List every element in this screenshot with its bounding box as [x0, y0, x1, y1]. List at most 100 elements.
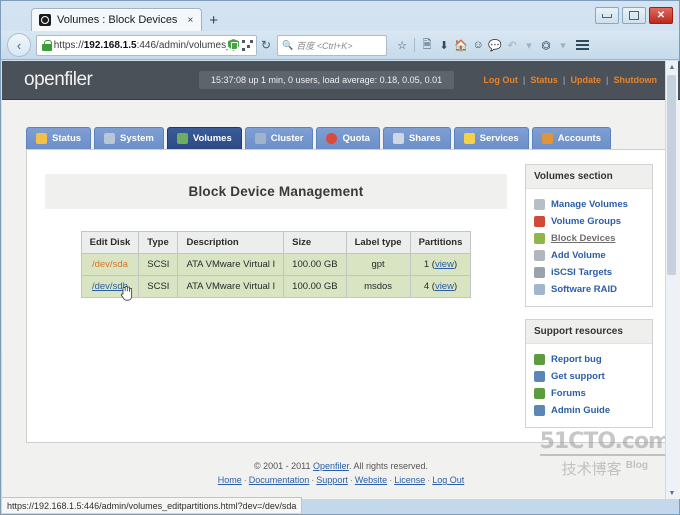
maximize-button[interactable]: [622, 7, 646, 24]
reader-view-icon[interactable]: 🗎: [419, 35, 435, 55]
close-tab-icon[interactable]: ×: [187, 15, 193, 26]
sidebar-item-label: Block Devices: [551, 233, 616, 244]
sidebar-item-block-devices[interactable]: Block Devices: [526, 230, 652, 247]
sidebar-item-manage-volumes[interactable]: Manage Volumes: [526, 196, 652, 213]
servers-icon: [254, 133, 266, 144]
header-link-update[interactable]: Update: [565, 75, 606, 85]
tab-quota[interactable]: Quota: [316, 127, 380, 149]
chat-bubble-icon[interactable]: 💬: [487, 35, 503, 55]
page-footer: © 2001 - 2011 Openfiler. All rights rese…: [2, 461, 680, 489]
support-resources-list: Report bug Get support Forums Admin Guid…: [526, 344, 652, 427]
tab-accounts[interactable]: Accounts: [531, 127, 612, 149]
history-dropdown-icon[interactable]: ▾: [521, 35, 537, 55]
sidebar-item-report-bug[interactable]: Report bug: [526, 351, 652, 368]
menu-icon[interactable]: [576, 40, 590, 50]
sidebar-item-admin-guide[interactable]: Admin Guide: [526, 402, 652, 419]
reload-icon[interactable]: ↻: [261, 38, 271, 52]
new-tab-button[interactable]: +: [209, 12, 218, 31]
header-link-shutdown[interactable]: Shutdown: [609, 75, 663, 85]
view-partitions-link[interactable]: view: [435, 281, 454, 292]
disk-icon: [534, 199, 545, 210]
disk-link-sdb[interactable]: /dev/sdb: [92, 281, 128, 292]
table-header-row: Edit Disk Type Description Size Label ty…: [80, 231, 472, 254]
tab-label: Services: [479, 133, 519, 144]
cell-size: 100.00 GB: [283, 253, 347, 276]
footer-links: Home · Documentation · Support · Website · Licen…: [217, 475, 465, 485]
footer-link-logout[interactable]: Log Out: [432, 475, 464, 485]
sidebar-item-label: Manage Volumes: [551, 199, 628, 210]
cell-type: SCSI: [138, 253, 179, 276]
toolbar-divider: [414, 38, 416, 52]
history-back-icon[interactable]: ↶: [504, 35, 520, 55]
home-icon[interactable]: 🏠: [453, 35, 469, 55]
vertical-scrollbar[interactable]: ▲ ▼: [665, 61, 678, 499]
page-title: Block Device Management: [45, 174, 507, 209]
url-text: https://192.168.1.5:446/admin/volumes_ph…: [53, 39, 228, 51]
view-partitions-link[interactable]: view: [435, 259, 454, 270]
bookmark-star-icon[interactable]: ☆: [394, 35, 410, 55]
tab-system[interactable]: System: [94, 127, 164, 149]
table-row: /dev/sda SCSI ATA VMware Virtual I 100.0…: [80, 253, 472, 276]
monitor-icon: [104, 133, 116, 144]
screenshot-dropdown-icon[interactable]: ▾: [555, 35, 571, 55]
sidebar: Volumes section Manage Volumes Volume Gr…: [525, 164, 653, 428]
people-icon: [541, 133, 553, 144]
tab-label: Cluster: [270, 133, 304, 144]
cell-partitions: 4 (view): [409, 275, 472, 298]
sidebar-item-software-raid[interactable]: Software RAID: [526, 281, 652, 298]
address-bar[interactable]: https://192.168.1.5:446/admin/volumes_ph…: [36, 34, 257, 56]
tab-cluster[interactable]: Cluster: [244, 127, 314, 149]
tab-services[interactable]: Services: [453, 127, 529, 149]
volumes-section-box: Volumes section Manage Volumes Volume Gr…: [525, 164, 653, 307]
sidebar-item-volume-groups[interactable]: Volume Groups: [526, 213, 652, 230]
back-button[interactable]: ‹: [7, 33, 31, 57]
sidebar-item-label: Add Volume: [551, 250, 606, 261]
footer-link-website[interactable]: Website: [355, 475, 387, 485]
volumes-section-title: Volumes section: [526, 165, 652, 189]
sidebar-item-iscsi-targets[interactable]: iSCSI Targets: [526, 264, 652, 281]
browser-tab-title: Volumes : Block Devices: [57, 14, 178, 26]
scroll-up-icon[interactable]: ▲: [666, 61, 678, 73]
uptime-status: 15:37:08 up 1 min, 0 users, load average…: [199, 71, 455, 89]
search-input[interactable]: 🔍 百度 <Ctrl+K>: [277, 34, 388, 56]
qr-code-icon[interactable]: [242, 39, 253, 51]
footer-link-license[interactable]: License: [394, 475, 425, 485]
tab-label: Shares: [408, 133, 441, 144]
footer-link-support[interactable]: Support: [316, 475, 348, 485]
tab-volumes[interactable]: Volumes: [166, 127, 242, 149]
sidebar-item-get-support[interactable]: Get support: [526, 368, 652, 385]
header-link-status[interactable]: Status: [525, 75, 563, 85]
raid-icon: [534, 284, 545, 295]
partition-count: 1: [423, 259, 430, 270]
screenshot-icon[interactable]: ⏣: [538, 35, 554, 55]
tab-label: Quota: [342, 133, 370, 144]
downloads-icon[interactable]: ⬇: [436, 35, 452, 55]
disk-link-sda[interactable]: /dev/sda: [92, 259, 128, 270]
sidebar-item-label: Forums: [551, 388, 586, 399]
minimize-button[interactable]: [595, 7, 619, 24]
scrollbar-thumb[interactable]: [667, 75, 676, 275]
tab-label: System: [120, 133, 154, 144]
footer-link-documentation[interactable]: Documentation: [249, 475, 310, 485]
folder-icon: [392, 133, 404, 144]
sidebar-item-forums[interactable]: Forums: [526, 385, 652, 402]
tab-shares[interactable]: Shares: [382, 127, 451, 149]
column-header-label-type: Label type: [345, 231, 411, 254]
pie-icon: [326, 133, 338, 144]
footer-link-home[interactable]: Home: [218, 475, 242, 485]
sidebar-item-add-volume[interactable]: Add Volume: [526, 247, 652, 264]
browser-tab[interactable]: Volumes : Block Devices ×: [31, 8, 203, 31]
browser-window: Volumes : Block Devices × + ✕ ‹ https://…: [0, 0, 680, 515]
scroll-down-icon[interactable]: ▼: [666, 487, 678, 499]
openfiler-link[interactable]: Openfiler: [313, 461, 349, 471]
smiley-icon[interactable]: ☺: [470, 35, 486, 55]
header-link-logout[interactable]: Log Out: [478, 75, 523, 85]
tab-status[interactable]: Status: [26, 127, 92, 149]
close-window-button[interactable]: ✕: [649, 7, 673, 24]
browser-status-bar: https://192.168.1.5:446/admin/volumes_ed…: [2, 497, 303, 513]
block-device-table: Edit Disk Type Description Size Label ty…: [80, 231, 472, 298]
sidebar-item-label: iSCSI Targets: [551, 267, 613, 278]
column-header-size: Size: [283, 231, 347, 254]
security-shield-icon[interactable]: [228, 39, 239, 51]
book-icon: [534, 405, 545, 416]
